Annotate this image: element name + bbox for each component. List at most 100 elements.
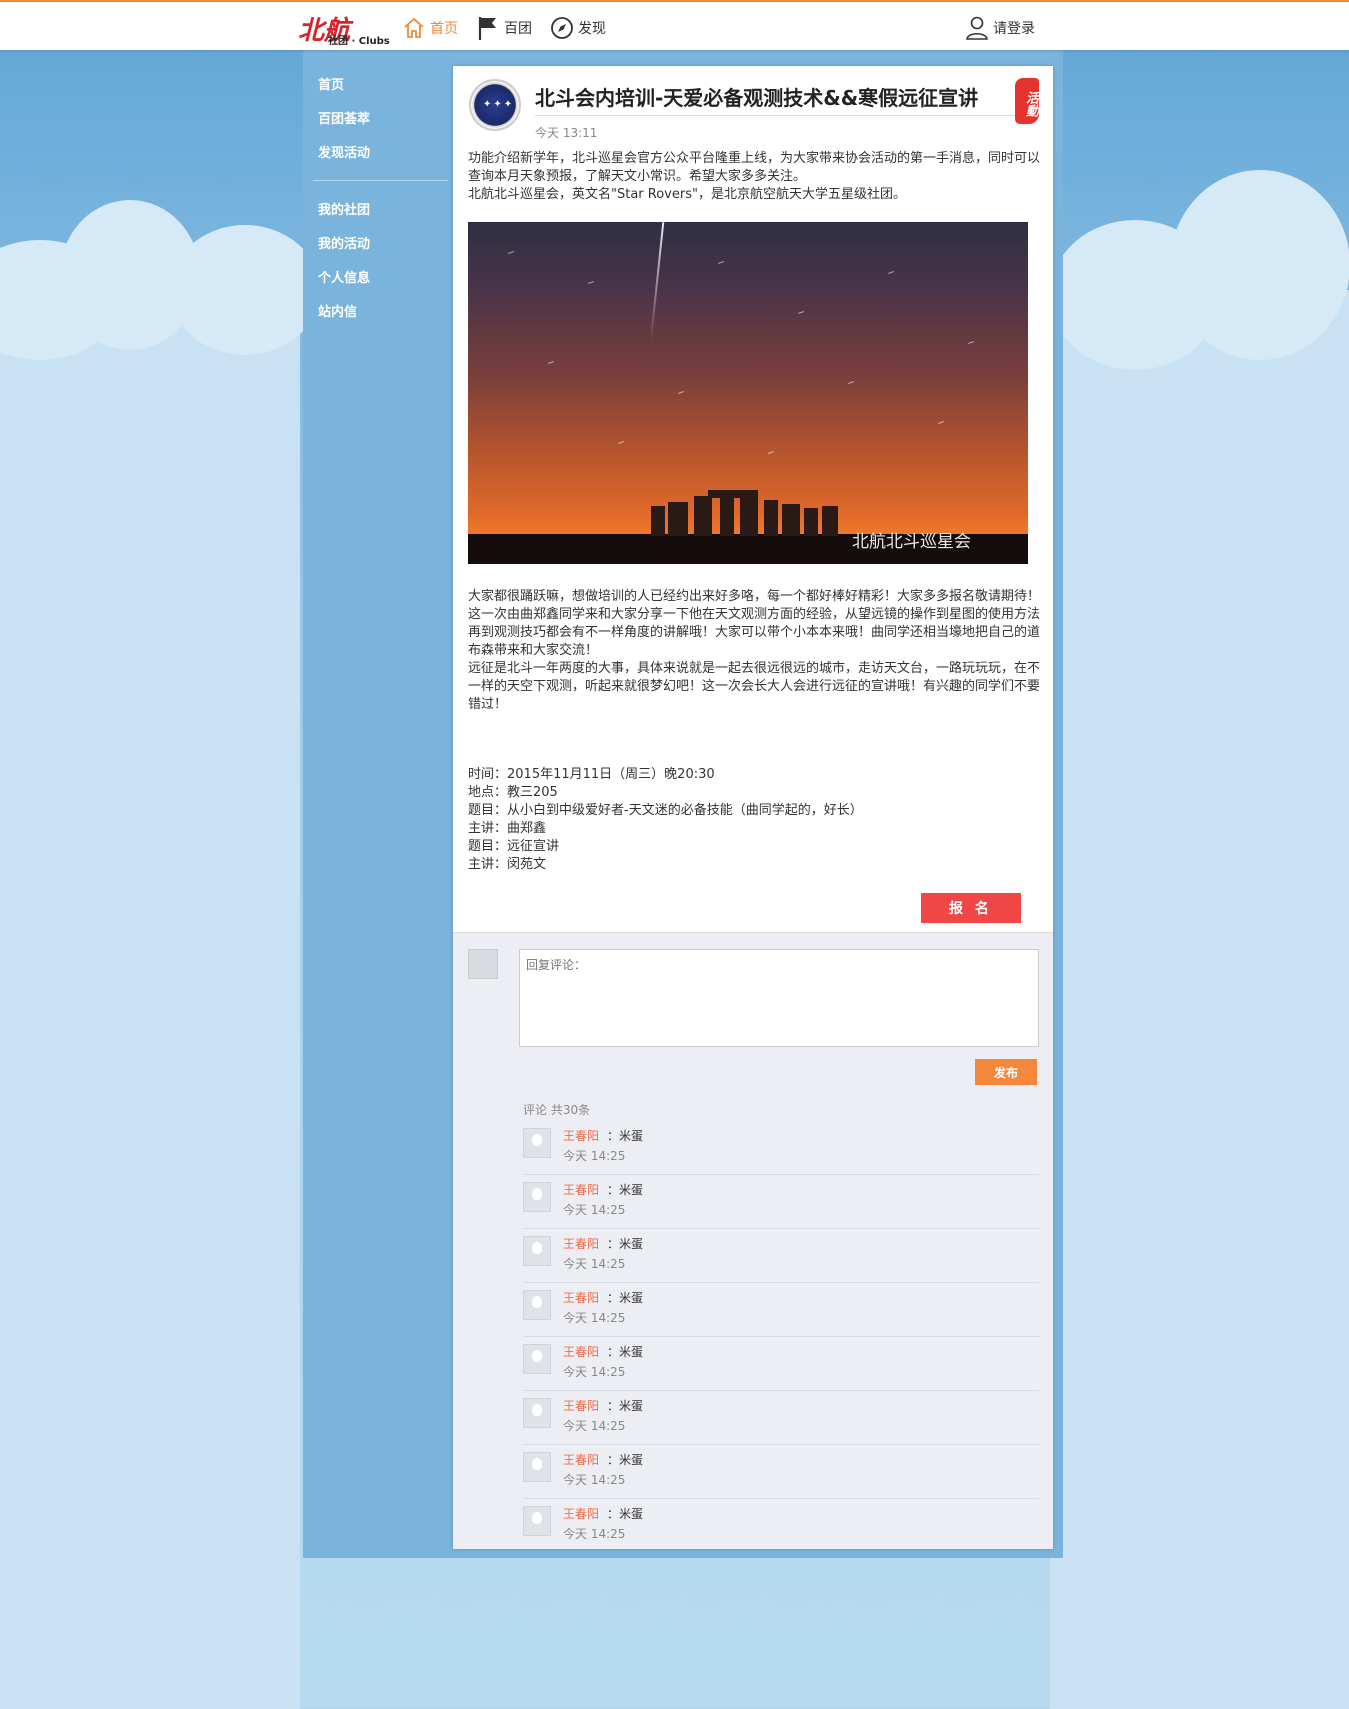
comment-time: 今天 14:25	[563, 1365, 626, 1379]
comment-count: 评论 共30条	[523, 1103, 591, 1117]
activity-seal: 活動	[1015, 78, 1039, 124]
photo-star	[588, 281, 594, 284]
stonehenge-stone	[668, 502, 688, 536]
comment-item: 王春阳 ： 米蛋 今天 14:25	[523, 1121, 1039, 1175]
background-cloud	[0, 290, 300, 1709]
background-cloud	[1170, 170, 1349, 360]
comment-time: 今天 14:25	[563, 1149, 626, 1163]
comment-time: 今天 14:25	[563, 1311, 626, 1325]
sidebar-item-my-activities[interactable]: 我的活动	[318, 233, 370, 252]
login-link[interactable]: 请登录	[965, 14, 1035, 42]
signup-button[interactable]: 报 名	[921, 893, 1021, 923]
photo-star	[968, 341, 974, 344]
comment-item: 王春阳 ： 米蛋 今天 14:25	[523, 1337, 1039, 1391]
intro-paragraph: 功能介绍新学年，北斗巡星会官方公众平台隆重上线，为大家带来协会活动的第一手消息，…	[468, 151, 1041, 184]
comment-avatar[interactable]	[523, 1506, 551, 1536]
comment-separator: ：	[607, 1129, 620, 1143]
comment-user[interactable]: 王春阳	[563, 1181, 599, 1198]
title-divider	[535, 115, 1023, 116]
user-icon	[966, 16, 988, 40]
stonehenge-stone	[720, 498, 734, 536]
photo-watermark: 北航北斗巡星会	[852, 532, 971, 552]
sidebar-item-messages[interactable]: 站内信	[318, 301, 357, 320]
background-cloud	[1050, 290, 1349, 1709]
photo-star	[768, 451, 774, 454]
comment-text: 米蛋	[619, 1291, 644, 1305]
comment-user[interactable]: 王春阳	[563, 1289, 599, 1306]
photo-star	[798, 311, 804, 314]
body-paragraph: 远征是北斗一年两度的大事，具体来说就是一起去很远很远的城市，走访天文台，一路玩玩…	[468, 661, 1041, 712]
photo-star	[508, 251, 514, 254]
comment-item: 王春阳 ： 米蛋 今天 14:25	[523, 1391, 1039, 1445]
comment-avatar[interactable]	[523, 1344, 551, 1374]
nav-discover-label: 发现	[578, 21, 606, 37]
publish-button[interactable]: 发布	[975, 1059, 1037, 1085]
site-logo[interactable]: 北航 社团 · Clubs	[298, 10, 390, 47]
nav-home-link[interactable]: 首页	[402, 14, 458, 42]
comment-item: 王春阳 ： 米蛋 今天 14:25	[523, 1175, 1039, 1229]
club-avatar-stars: ✦✦✦	[483, 99, 515, 110]
sidebar-item-profile[interactable]: 个人信息	[318, 267, 370, 286]
comment-time: 今天 14:25	[563, 1419, 626, 1433]
nav-discover-link[interactable]: 发现	[550, 14, 606, 42]
photo-star	[848, 381, 854, 384]
body-paragraph: 这一次由曲郑鑫同学来和大家分享一下他在天文观测方面的经验，从望远镜的操作到星图的…	[468, 607, 1041, 658]
body-paragraph: 大家都很踊跃嘛，想做培训的人已经约出来好多咯，每一个都好棒好精彩！大家多多报名敬…	[468, 589, 1041, 604]
comment-avatar[interactable]	[523, 1236, 551, 1266]
post-title: 北斗会内培训-天爱必备观测技术&&寒假远征宣讲	[535, 86, 979, 110]
comment-avatar[interactable]	[523, 1182, 551, 1212]
sidebar-item-my-clubs[interactable]: 我的社团	[318, 199, 370, 218]
event-time: 时间：2015年11月11日（周三）晚20:30	[468, 767, 715, 782]
nav-clubs-link[interactable]: 百团	[476, 14, 532, 42]
comment-user[interactable]: 王春阳	[563, 1451, 599, 1468]
comment-item: 王春阳 ： 米蛋 今天 14:25	[523, 1445, 1039, 1499]
top-navigation-bar: 北航 社团 · Clubs 首页 百团 发现 请登录	[0, 0, 1349, 50]
sidebar-item-discover[interactable]: 发现活动	[318, 142, 370, 161]
comment-item: 王春阳 ： 米蛋 今天 14:25	[523, 1229, 1039, 1283]
comment-text: 米蛋	[619, 1453, 644, 1467]
event-topic: 题目：从小白到中级爱好者-天文迷的必备技能（曲同学起的，好长）	[468, 803, 863, 818]
comment-text: 米蛋	[619, 1237, 644, 1251]
comment-separator: ：	[607, 1345, 620, 1359]
comment-separator: ：	[607, 1399, 620, 1413]
comment-user[interactable]: 王春阳	[563, 1343, 599, 1360]
comment-item: 王春阳 ： 米蛋 今天 14:25	[523, 1499, 1039, 1553]
comment-item: 王春阳 ： 米蛋 今天 14:25	[523, 1283, 1039, 1337]
club-avatar[interactable]: ✦✦✦	[469, 79, 521, 131]
stonehenge-stone	[651, 506, 665, 536]
stonehenge-stone	[740, 494, 758, 536]
comment-text: 米蛋	[619, 1399, 644, 1413]
stonehenge-stone	[694, 496, 712, 536]
post-photo: 北航北斗巡星会	[468, 222, 1028, 564]
comment-list: 王春阳 ： 米蛋 今天 14:25 王春阳 ： 米蛋 今天 14:25 王春阳 …	[523, 1121, 1039, 1553]
reply-input[interactable]	[519, 949, 1039, 1047]
comment-user[interactable]: 王春阳	[563, 1235, 599, 1252]
comment-avatar[interactable]	[523, 1452, 551, 1482]
event-speaker: 主讲：曲郑鑫	[468, 821, 547, 836]
comment-avatar[interactable]	[523, 1128, 551, 1158]
comment-user[interactable]: 王春阳	[563, 1505, 599, 1522]
event-location: 地点：教三205	[468, 785, 558, 800]
sidebar-item-home[interactable]: 首页	[318, 74, 344, 93]
comment-user[interactable]: 王春阳	[563, 1397, 599, 1414]
comment-avatar[interactable]	[523, 1290, 551, 1320]
comment-text: 米蛋	[619, 1507, 644, 1521]
home-icon	[404, 17, 424, 38]
comment-separator: ：	[607, 1453, 620, 1467]
photo-star	[678, 391, 684, 394]
post-card: ✦✦✦ 北斗会内培训-天爱必备观测技术&&寒假远征宣讲 今天 13:11 活動 …	[453, 66, 1053, 1549]
photo-star	[938, 421, 944, 424]
stonehenge-stone	[804, 508, 818, 536]
post-body: 大家都很踊跃嘛，想做培训的人已经约出来好多咯，每一个都好棒好精彩！大家多多报名敬…	[468, 588, 1040, 714]
comment-time: 今天 14:25	[563, 1527, 626, 1541]
photo-meteor	[649, 222, 665, 342]
comment-user[interactable]: 王春阳	[563, 1127, 599, 1144]
comment-text: 米蛋	[619, 1183, 644, 1197]
comment-time: 今天 14:25	[563, 1473, 626, 1487]
sidebar-item-clubs[interactable]: 百团荟萃	[318, 108, 370, 127]
event-topic: 题目：远征宣讲	[468, 839, 560, 854]
background-cloud	[170, 225, 320, 355]
post-intro: 功能介绍新学年，北斗巡星会官方公众平台隆重上线，为大家带来协会活动的第一手消息，…	[468, 150, 1040, 204]
photo-star	[548, 361, 554, 364]
comment-avatar[interactable]	[523, 1398, 551, 1428]
